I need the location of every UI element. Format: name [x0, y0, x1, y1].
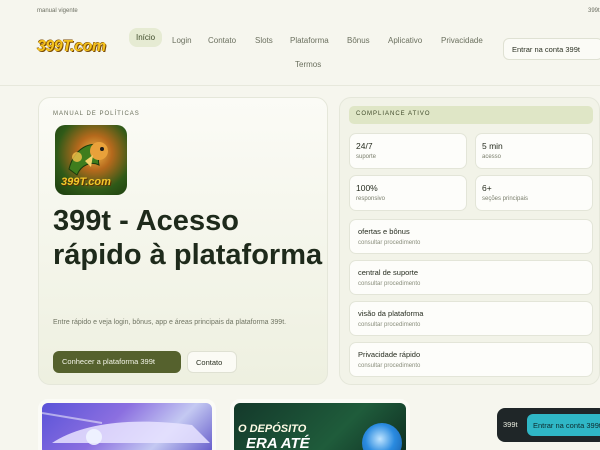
page-title: 399t - Acesso rápido à plataforma — [53, 205, 323, 271]
login-button[interactable]: Entrar na conta 399t — [503, 38, 600, 60]
nav-item-privacidade[interactable]: Privacidade — [434, 31, 490, 50]
nav-item-contato[interactable]: Contato — [201, 31, 243, 50]
stat-value: 24/7 — [356, 141, 373, 151]
promo-card-car[interactable] — [38, 399, 216, 450]
top-bar-note: manual vigente — [37, 8, 78, 14]
list-item-support[interactable]: central de suporte consultar procediment… — [349, 260, 593, 295]
hero-card: MANUAL DE POLÍTICAS 399T.com 399t - Aces… — [38, 97, 328, 385]
stat-sections: 6+ seções principais — [475, 175, 593, 211]
stat-value: 5 min — [482, 141, 503, 151]
promo-text-line2: ERA ATÉ — [246, 435, 310, 450]
promo-text-line1: O DEPÓSITO — [238, 423, 307, 435]
compliance-panel: COMPLIANCE ATIVO 24/7 suporte 5 min aces… — [339, 97, 600, 385]
top-bar-brand: 399t — [588, 8, 600, 14]
list-item-title: visão da plataforma — [358, 309, 424, 318]
list-item-title: Privacidade rápido — [358, 350, 421, 359]
hero-description: Entre rápido e veja login, bônus, app e … — [53, 319, 287, 326]
list-item-subtitle: consultar procedimento — [358, 322, 421, 328]
list-item-offers[interactable]: ofertas e bônus consultar procedimento — [349, 219, 593, 254]
top-bar: manual vigente 399t — [0, 0, 600, 22]
list-item-title: ofertas e bônus — [358, 227, 410, 236]
sticky-login-button[interactable]: Entrar na conta 399t — [527, 414, 600, 436]
hero-kicker: MANUAL DE POLÍTICAS — [53, 111, 140, 117]
list-item-subtitle: consultar procedimento — [358, 281, 421, 287]
stat-value: 100% — [356, 183, 378, 193]
stat-responsive: 100% responsivo — [349, 175, 467, 211]
nav-item-slots[interactable]: Slots — [248, 31, 280, 50]
car-illustration-icon — [42, 412, 210, 445]
list-item-platform[interactable]: visão da plataforma consultar procedimen… — [349, 301, 593, 336]
list-item-title: central de suporte — [358, 268, 419, 277]
nav-item-login[interactable]: Login — [165, 31, 199, 50]
contact-button[interactable]: Contato — [187, 351, 237, 373]
stat-label: responsivo — [356, 196, 386, 202]
nav-item-aplicativo[interactable]: Aplicativo — [381, 31, 429, 50]
stat-support: 24/7 suporte — [349, 133, 467, 169]
app-logo-label: 399T.com — [61, 176, 111, 188]
stat-label: acesso — [482, 154, 502, 160]
stat-label: suporte — [356, 154, 377, 160]
nav-item-termos[interactable]: Termos — [288, 55, 328, 74]
stat-access: 5 min acesso — [475, 133, 593, 169]
nav-item-inicio[interactable]: Início — [129, 28, 163, 47]
app-logo-icon: 399T.com — [55, 125, 127, 195]
stat-value: 6+ — [482, 183, 492, 193]
nav-item-plataforma[interactable]: Plataforma — [283, 31, 336, 50]
list-item-privacy[interactable]: Privacidade rápido consultar procediment… — [349, 342, 593, 377]
site-header: 399T.com Início Login Contato Slots Plat… — [0, 22, 600, 86]
sticky-cta-bar: 399t Entrar na conta 399t — [497, 408, 600, 442]
mascot-icon — [362, 423, 402, 450]
promo-card-deposit[interactable]: O DEPÓSITO ERA ATÉ — [230, 399, 410, 450]
list-item-subtitle: consultar procedimento — [358, 240, 421, 246]
stat-label: seções principais — [482, 196, 529, 202]
explore-platform-button[interactable]: Conhecer a plataforma 399t — [53, 351, 181, 373]
list-item-subtitle: consultar procedimento — [358, 363, 421, 369]
sticky-brand: 399t — [503, 420, 518, 429]
brand-logo[interactable]: 399T.com — [37, 38, 106, 56]
compliance-badge: COMPLIANCE ATIVO — [349, 106, 593, 124]
nav-item-bonus[interactable]: Bônus — [340, 31, 377, 50]
